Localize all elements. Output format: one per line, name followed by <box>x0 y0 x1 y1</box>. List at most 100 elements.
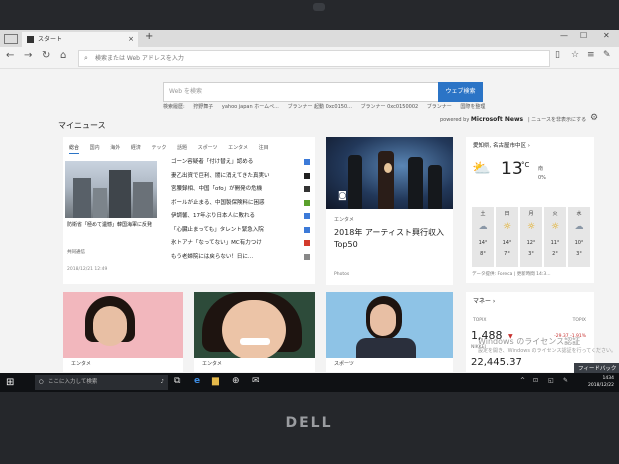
search-history-item[interactable]: ブランナー 起動 0xc0150... <box>287 104 351 110</box>
address-bar[interactable]: ⌕ 検索または Web アドレスを入力 <box>78 50 550 67</box>
new-tab-button[interactable]: + <box>145 31 153 42</box>
tab-domestic[interactable]: 国内 <box>90 143 100 153</box>
headline-item[interactable]: 氷トアナ「なってない」MC有力つけ <box>166 237 312 251</box>
refresh-button[interactable]: ↻ <box>42 50 50 61</box>
headline-item[interactable]: 伊調馨、17年ぶり日本人に敗れる <box>166 210 312 224</box>
search-history-item[interactable]: ブランナー <box>427 104 452 110</box>
feature-title[interactable]: 2018年 アーティスト興行収入Top50 <box>334 227 446 251</box>
forecast-day[interactable]: 火 ☼ 11° 2° <box>544 207 566 267</box>
headline-text: 「心臓止まっても」タレント緊急入院 <box>171 226 264 233</box>
maximize-button[interactable]: ☐ <box>580 31 587 40</box>
clock[interactable]: 1434 2018/12/22 <box>588 375 614 389</box>
task-view-icon[interactable]: ⧉ <box>174 376 180 386</box>
news-tile-1[interactable]: エンタメ <box>63 292 183 372</box>
tab-title: スタート <box>38 36 63 43</box>
pen-icon[interactable]: ✎ <box>563 377 568 384</box>
forward-button[interactable]: → <box>24 50 32 61</box>
start-button[interactable]: ⊞ <box>6 377 14 388</box>
headline-item[interactable]: ゴーン容疑者「付け替え」認める <box>166 156 312 170</box>
taskbar-search[interactable]: ○ ここに入力して検索 ♪ <box>35 375 168 390</box>
tray-expand-icon[interactable]: ^ <box>520 377 525 384</box>
news-tile-3[interactable]: スポーツ <box>326 292 453 372</box>
dell-logo: DELL <box>285 415 333 431</box>
weather-card[interactable]: 愛知県, 名古屋市中区 › ⛅ 13 °C 南 0% 土 ☁ 14° 8° 日 ☼ 14° 7… <box>466 137 594 283</box>
forecast-day[interactable]: 土 ☁ 14° 8° <box>472 207 494 267</box>
headline-list: ゴーン容疑者「付け替え」認める妻乙出資で巨利、闇に消えてきた真実い 宮腰録相、中国… <box>166 156 312 264</box>
web-search-button[interactable]: ウェブ検索 <box>438 82 483 102</box>
edge-icon[interactable]: e <box>194 376 200 386</box>
source-logo-icon <box>304 159 310 165</box>
forecast-high: 10° <box>574 240 584 246</box>
web-search-input[interactable]: Web を検索 <box>163 82 440 102</box>
home-button[interactable]: ⌂ <box>60 50 66 61</box>
headline-item[interactable]: 「心臓止まっても」タレント緊急入院 <box>166 224 312 238</box>
tab-world[interactable]: 海外 <box>110 143 120 153</box>
forecast-high: 14° <box>478 240 488 246</box>
source-logo-icon <box>304 240 310 246</box>
headline-item[interactable]: もう老婦院には戻らない！日に... <box>166 251 312 265</box>
tab-close-button[interactable]: × <box>128 32 134 47</box>
minimize-button[interactable]: — <box>560 31 568 40</box>
weather-data-source: データ提供: Foreca | 更新時間 14:3... <box>472 272 551 277</box>
tab-economy[interactable]: 経済 <box>131 143 141 153</box>
tab-sports[interactable]: スポーツ <box>198 143 218 153</box>
clock-time: 1434 <box>602 376 614 381</box>
tab-general[interactable]: 総合 <box>69 143 80 154</box>
weather-icon: ☼ <box>502 222 512 232</box>
index-name-right: TOPIX <box>572 318 586 323</box>
headline-item[interactable]: 妻乙出資で巨利、闇に消えてきた真実い <box>166 170 312 184</box>
tab-tech[interactable]: テック <box>151 143 166 153</box>
headline-item[interactable]: ボールが止まる、中国製保険料に困惑 <box>166 197 312 211</box>
powered-by: powered by Microsoft News <box>440 116 523 123</box>
mail-icon[interactable]: ✉ <box>252 376 260 386</box>
powered-by-prefix: powered by <box>440 117 470 123</box>
lead-news-photo[interactable] <box>65 161 157 218</box>
search-history-item[interactable]: ブランナー 0xc0150002 <box>361 104 419 110</box>
weather-icon: ☁ <box>574 222 584 232</box>
lead-news-headline[interactable]: 防衛省「極めて遺憾」韓国海軍に反発 <box>67 221 159 229</box>
weather-unit: °C <box>521 161 530 169</box>
hide-news-link[interactable]: | ニュースを非表示にする <box>528 116 586 123</box>
browser-tab-bar: スタート × + — ☐ ✕ <box>0 30 619 47</box>
gear-icon[interactable]: ⚙ <box>590 113 598 123</box>
network-icon[interactable]: ◱ <box>548 377 554 384</box>
microphone-icon[interactable]: ♪ <box>160 375 164 390</box>
headline-text: ゴーン容疑者「付け替え」認める <box>171 159 254 165</box>
market-title[interactable]: マネー › <box>473 296 495 305</box>
news-tile-2[interactable]: エンタメ <box>194 292 315 372</box>
back-button[interactable]: ← <box>6 50 14 61</box>
microsoft-news-brand[interactable]: Microsoft News <box>471 116 523 123</box>
search-history-item[interactable]: 国際を整理 <box>460 104 485 110</box>
cortana-icon: ○ <box>39 379 44 385</box>
notes-icon[interactable]: ✎ <box>603 50 611 60</box>
tab-start[interactable]: スタート × <box>22 32 138 47</box>
tab-featured[interactable]: 注目 <box>259 143 269 153</box>
forecast-day-label: 日 <box>504 211 510 217</box>
weather-precip: 0% <box>538 175 546 181</box>
weather-temperature: 13 <box>501 159 523 179</box>
file-explorer-icon[interactable]: ▆ <box>212 376 219 386</box>
screen: スタート × + — ☐ ✕ ← → ↻ ⌂ ⌕ 検索または Web アドレスを… <box>0 30 619 392</box>
hub-icon[interactable]: ≡ <box>587 50 595 60</box>
headline-item[interactable]: 宮腰録相、中国「ofo」が開発の危機 <box>166 183 312 197</box>
market-card[interactable]: マネー › TOPIX TOPIX 1,488 ▼ -29.37 -1.91% … <box>466 292 594 372</box>
tab-topics[interactable]: 話題 <box>177 143 187 153</box>
weather-location[interactable]: 愛知県, 名古屋市中区 › <box>473 141 530 149</box>
feature-news-card[interactable]: ◙ エンタメ 2018年 アーティスト興行収入Top50 Photos <box>326 137 453 285</box>
forecast-day[interactable]: 日 ☼ 14° 7° <box>496 207 518 267</box>
forecast-day[interactable]: 月 ☼ 12° 3° <box>520 207 542 267</box>
battery-icon[interactable]: ⊡ <box>533 377 538 384</box>
favorite-star-icon[interactable]: ☆ <box>571 50 579 60</box>
tab-entertainment[interactable]: エンタメ <box>228 143 248 153</box>
store-icon[interactable]: ⊕ <box>232 376 240 386</box>
reading-view-icon[interactable]: ▯ <box>555 50 560 60</box>
weather-wind: 南 <box>538 166 544 172</box>
close-window-button[interactable]: ✕ <box>603 31 610 40</box>
source-logo-icon <box>304 186 310 192</box>
search-history-item[interactable]: 狩野舞子 <box>193 104 213 110</box>
forecast-day-label: 水 <box>576 211 582 217</box>
tab-preview-icon[interactable] <box>4 34 18 44</box>
forecast-day[interactable]: 水 ☁ 10° 3° <box>568 207 590 267</box>
lead-news-time: 2018/12/21 12:49 <box>67 267 108 272</box>
search-history-item[interactable]: yahoo japan ホームペ... <box>222 104 279 110</box>
